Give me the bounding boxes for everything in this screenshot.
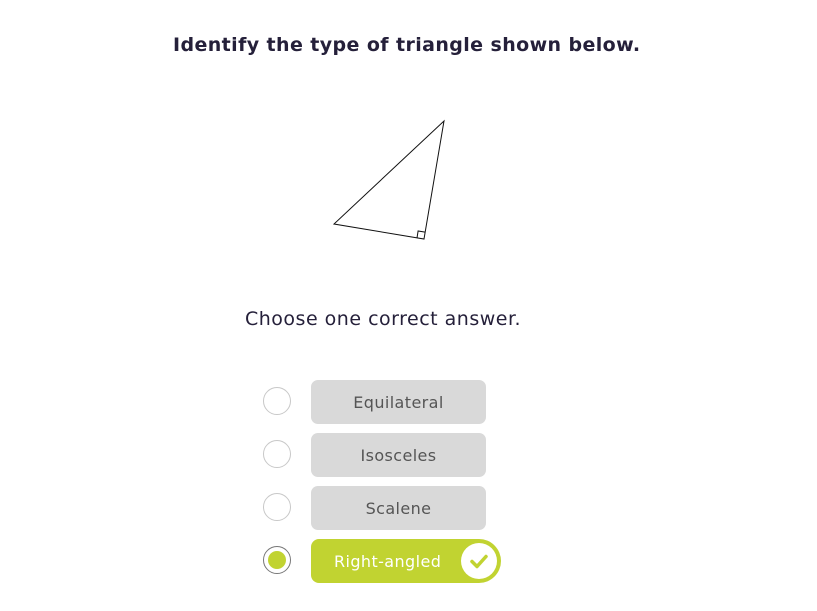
option-label: Right-angled xyxy=(334,551,442,571)
checkmark-icon xyxy=(461,543,497,579)
right-triangle-figure xyxy=(332,119,445,240)
option-label: Scalene xyxy=(365,498,432,518)
question-title: Identify the type of triangle shown belo… xyxy=(173,34,641,56)
instruction-text: Choose one correct answer. xyxy=(245,308,522,330)
triangle-shape xyxy=(332,119,445,240)
radio-button[interactable] xyxy=(263,440,291,468)
option-button[interactable]: Scalene xyxy=(311,486,486,530)
option-button[interactable]: Equilateral xyxy=(311,380,486,424)
option-isosceles[interactable]: Isosceles xyxy=(262,433,522,477)
option-equilateral[interactable]: Equilateral xyxy=(262,380,522,424)
option-button[interactable]: Isosceles xyxy=(311,433,486,477)
option-button-correct[interactable]: Right-angled xyxy=(311,539,501,583)
radio-button[interactable] xyxy=(263,387,291,415)
option-right-angled[interactable]: Right-angled xyxy=(262,539,522,583)
option-label: Isosceles xyxy=(360,445,437,465)
radio-button-selected[interactable] xyxy=(263,546,291,574)
radio-button[interactable] xyxy=(263,493,291,521)
option-scalene[interactable]: Scalene xyxy=(262,486,522,530)
option-label: Equilateral xyxy=(353,392,444,412)
